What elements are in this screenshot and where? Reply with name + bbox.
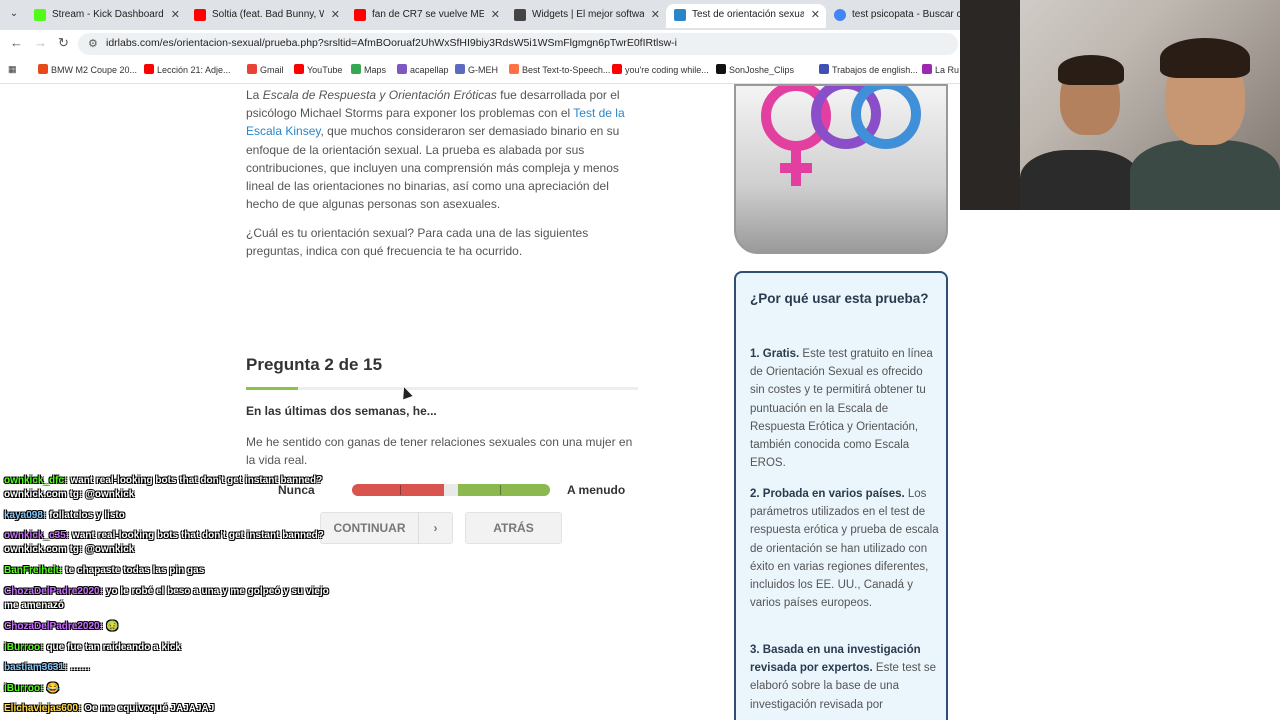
- chat-message: iBurroo: que fue tan raideando a kick: [4, 642, 181, 653]
- tab-title: test psicopata - Buscar con Go: [852, 9, 964, 20]
- chat-message: iBurroo: 😂: [4, 683, 59, 694]
- tab-orientation-test[interactable]: Test de orientación sexual ✕: [666, 4, 826, 28]
- chat-message: Elichaviejas600: Oe me equivoqué JAJAJAJ: [4, 703, 215, 714]
- scale-tick: [500, 485, 501, 495]
- answer-scale[interactable]: [352, 484, 550, 496]
- tab-widgets[interactable]: Widgets | El mejor software para ✕: [506, 4, 666, 28]
- chat-message: BanFreiheit: te chapaste todas las pin ga…: [4, 565, 205, 576]
- scale-positive-segment[interactable]: [458, 484, 550, 496]
- scale-tick: [400, 485, 401, 495]
- screen: ⌄ Stream - Kick Dashboard ✕ Soltia (feat…: [0, 0, 1280, 720]
- tab-title: fan de CR7 se vuelve MESSILOVE: [372, 9, 484, 20]
- background-shelf: [960, 0, 1020, 210]
- tab-title: Widgets | El mejor software para: [532, 9, 644, 20]
- tab-cr7[interactable]: fan de CR7 se vuelve MESSILOVE ✕: [346, 4, 506, 28]
- webcam-overlay: [960, 0, 1280, 210]
- close-icon[interactable]: ✕: [651, 4, 660, 26]
- close-icon[interactable]: ✕: [811, 4, 820, 26]
- bookmark-coding[interactable]: you're coding while...: [612, 64, 709, 75]
- bookmark-trabajos[interactable]: Trabajos de english...: [819, 64, 918, 75]
- person-right-shirt: [1130, 140, 1280, 210]
- eros-logo-image: [734, 84, 948, 254]
- panel-heading: ¿Por qué usar esta prueba?: [750, 291, 929, 306]
- gender-symbols-icon: [761, 86, 921, 186]
- chat-message: bastiam3631:.......: [4, 662, 90, 673]
- bookmark-tts[interactable]: Best Text-to-Speech...: [509, 64, 610, 75]
- back-button[interactable]: ATRÁS: [465, 512, 562, 544]
- reason-item: 3. Basada en una investigación revisada …: [750, 644, 937, 711]
- person-left-shirt: [1020, 150, 1140, 210]
- chat-message: kaya098: follatelos y listo: [4, 510, 125, 521]
- scale-thumb[interactable]: [444, 484, 458, 496]
- chat-message: ownkick_dfc: want real-looking bots that …: [4, 475, 323, 500]
- scale-negative-segment[interactable]: [352, 484, 444, 496]
- person-right-hair: [1160, 38, 1250, 78]
- why-use-panel: ¿Por qué usar esta prueba? 1. Gratis. Es…: [734, 271, 948, 720]
- reason-item: 1. Gratis. Este test gratuito en línea d…: [750, 348, 933, 470]
- bookmark-laru[interactable]: La Ru: [922, 64, 959, 75]
- chat-message: ChozaDelPadre2020: 🤢: [4, 621, 119, 632]
- widgets-icon: [514, 9, 526, 21]
- scale-max-label: A menudo: [567, 483, 626, 497]
- stream-chat-overlay: ownkick_dfc: want real-looking bots that …: [4, 0, 364, 720]
- reason-item: 2. Probada en varios países. Los parámet…: [750, 488, 939, 610]
- idrlabs-icon: [674, 9, 686, 21]
- person-left-hair: [1058, 55, 1124, 85]
- chevron-right-icon: ›: [418, 513, 452, 543]
- bookmark-gmeh[interactable]: G-MEH: [455, 64, 498, 75]
- tab-title: Test de orientación sexual: [692, 9, 804, 20]
- google-icon: [834, 9, 846, 21]
- close-icon[interactable]: ✕: [491, 4, 500, 26]
- bookmark-sonjoshe[interactable]: SonJoshe_Clips: [716, 64, 794, 75]
- chat-message: ownkick_c35: want real-looking bots that …: [4, 530, 324, 555]
- chat-message: ChozaDelPadre2020: yo le robé el beso a u…: [4, 586, 329, 611]
- bookmark-acapellap[interactable]: acapellap: [397, 64, 449, 75]
